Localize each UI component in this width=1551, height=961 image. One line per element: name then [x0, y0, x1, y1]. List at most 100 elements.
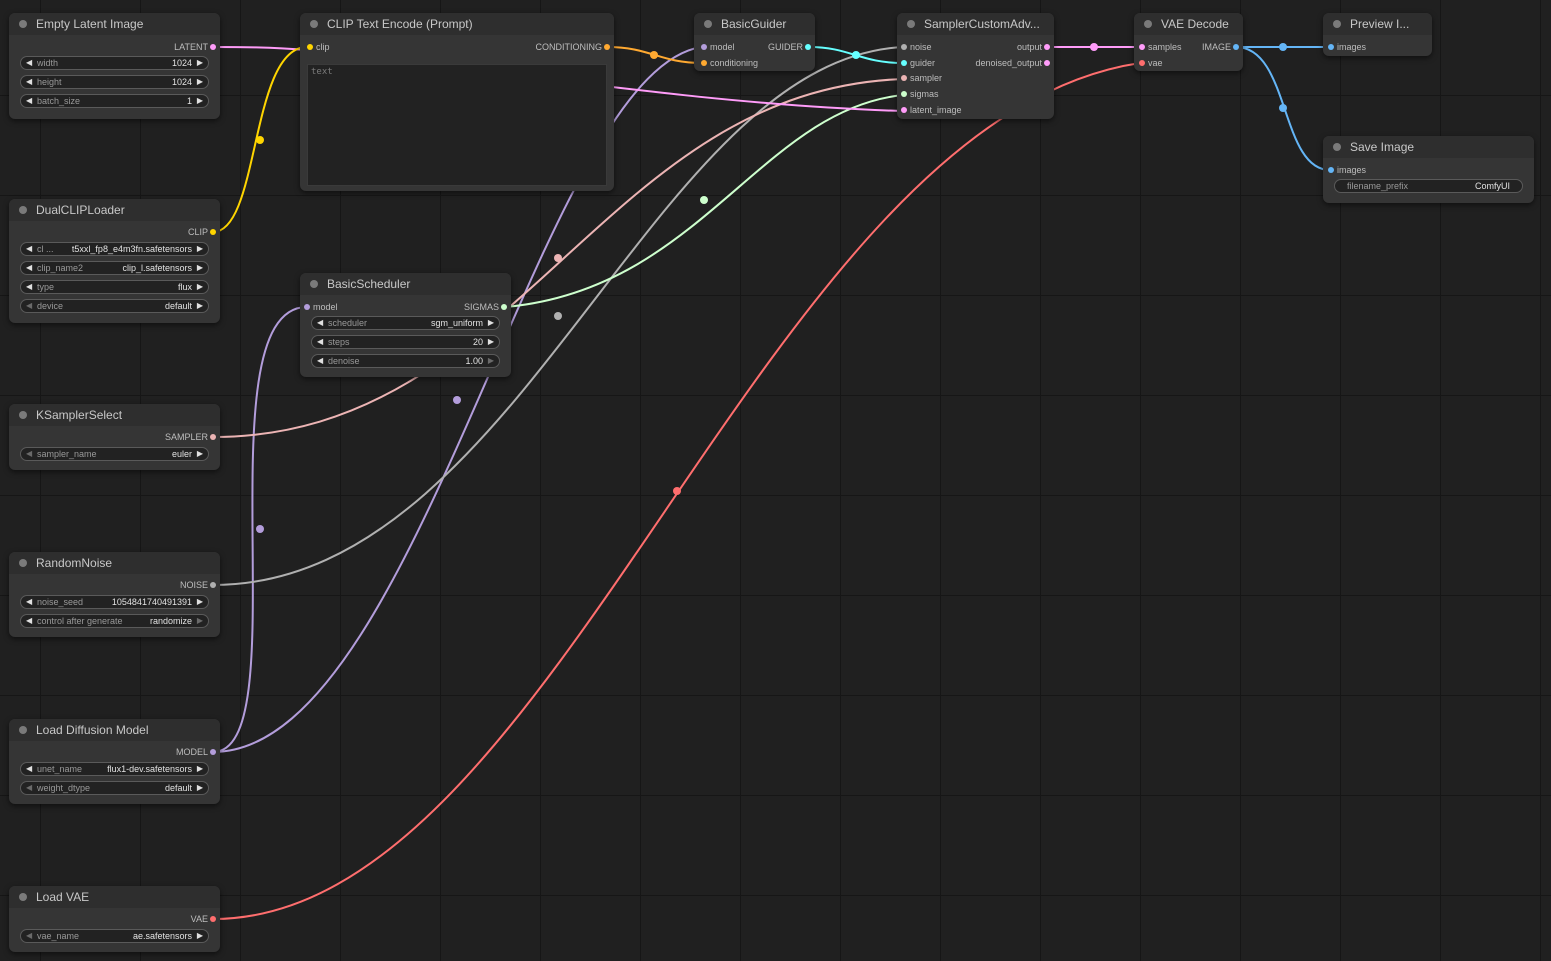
input-conditioning[interactable]: conditioning: [699, 56, 758, 70]
collapse-dot-icon[interactable]: [19, 20, 27, 28]
input-clip[interactable]: clip: [305, 40, 330, 54]
prev-arrow-icon[interactable]: ◀: [26, 262, 32, 274]
slot-dot-icon[interactable]: [701, 60, 707, 66]
slot-dot-icon[interactable]: [901, 44, 907, 50]
input-sigmas[interactable]: sigmas: [899, 87, 939, 101]
denoise-widget[interactable]: ◀ denoise 1.00 ▶: [311, 354, 500, 368]
node-basic-guider[interactable]: BasicGuider model conditioning GUIDER: [694, 13, 815, 71]
output-latent[interactable]: LATENT: [174, 40, 220, 54]
prev-arrow-icon[interactable]: ◀: [26, 243, 32, 255]
device-widget[interactable]: ◀ device default ▶: [20, 299, 209, 313]
node-title[interactable]: Load VAE: [9, 886, 220, 908]
node-title[interactable]: VAE Decode: [1134, 13, 1243, 35]
link-center-guider[interactable]: [852, 51, 860, 59]
prompt-text-area[interactable]: text: [307, 64, 607, 186]
input-sampler[interactable]: sampler: [899, 71, 942, 85]
next-arrow-icon[interactable]: ▶: [197, 243, 203, 255]
node-load-diffusion-model[interactable]: Load Diffusion Model MODEL ◀ unet_name flu…: [9, 719, 220, 804]
node-clip-text-encode[interactable]: CLIP Text Encode (Prompt) clip CONDITION…: [300, 13, 614, 191]
collapse-dot-icon[interactable]: [1144, 20, 1152, 28]
output-guider[interactable]: GUIDER: [768, 40, 815, 54]
collapse-dot-icon[interactable]: [19, 559, 27, 567]
steps-widget[interactable]: ◀ steps 20 ▶: [311, 335, 500, 349]
slot-dot-icon[interactable]: [901, 75, 907, 81]
slot-dot-icon[interactable]: [901, 60, 907, 66]
next-arrow-icon[interactable]: ▶: [197, 782, 203, 794]
node-preview-image[interactable]: Preview I... images: [1323, 13, 1432, 56]
collapse-dot-icon[interactable]: [19, 206, 27, 214]
link-center-conditioning[interactable]: [650, 51, 658, 59]
link-center-model-b[interactable]: [256, 525, 264, 533]
clip-name1-widget[interactable]: ◀ cl ... t5xxl_fp8_e4m3fn.safetensors ▶: [20, 242, 209, 256]
slot-dot-icon[interactable]: [210, 749, 216, 755]
node-load-vae[interactable]: Load VAE VAE ◀ vae_name ae.safetensors ▶: [9, 886, 220, 952]
node-title[interactable]: Load Diffusion Model: [9, 719, 220, 741]
filename-prefix-widget[interactable]: filename_prefix ComfyUI: [1334, 179, 1523, 193]
type-widget[interactable]: ◀ type flux ▶: [20, 280, 209, 294]
weight-dtype-widget[interactable]: ◀ weight_dtype default ▶: [20, 781, 209, 795]
collapse-dot-icon[interactable]: [19, 893, 27, 901]
next-arrow-icon[interactable]: ▶: [197, 281, 203, 293]
node-title[interactable]: Save Image: [1323, 136, 1534, 158]
node-random-noise[interactable]: RandomNoise NOISE ◀ noise_seed 10548417404…: [9, 552, 220, 637]
prev-arrow-icon[interactable]: ◀: [26, 763, 32, 775]
link-center-vae[interactable]: [673, 487, 681, 495]
prev-arrow-icon[interactable]: ◀: [26, 448, 32, 460]
prev-arrow-icon[interactable]: ◀: [26, 300, 32, 312]
next-arrow-icon[interactable]: ▶: [197, 448, 203, 460]
increment-arrow-icon[interactable]: ▶: [197, 57, 203, 69]
link-center-sigmas[interactable]: [700, 196, 708, 204]
prev-arrow-icon[interactable]: ◀: [26, 930, 32, 942]
node-save-image[interactable]: Save Image images filename_prefix ComfyUI: [1323, 136, 1534, 203]
increment-arrow-icon[interactable]: ▶: [488, 336, 494, 348]
output-conditioning[interactable]: CONDITIONING: [536, 40, 615, 54]
node-title[interactable]: BasicScheduler: [300, 273, 511, 295]
node-basic-scheduler[interactable]: BasicScheduler model SIGMAS ◀ scheduler sg…: [300, 273, 511, 377]
collapse-dot-icon[interactable]: [310, 20, 318, 28]
node-sampler-custom-advanced[interactable]: SamplerCustomAdv... noise guider sampler…: [897, 13, 1054, 119]
decrement-arrow-icon[interactable]: ◀: [26, 76, 32, 88]
slot-dot-icon[interactable]: [1233, 44, 1239, 50]
input-noise[interactable]: noise: [899, 40, 932, 54]
slot-dot-icon[interactable]: [1139, 44, 1145, 50]
link-center-output[interactable]: [1090, 43, 1098, 51]
collapse-dot-icon[interactable]: [310, 280, 318, 288]
batch-size-widget[interactable]: ◀ batch_size 1 ▶: [20, 94, 209, 108]
input-samples[interactable]: samples: [1137, 40, 1182, 54]
input-model[interactable]: model: [699, 40, 735, 54]
link-center-clip[interactable]: [256, 136, 264, 144]
node-title[interactable]: Preview I...: [1323, 13, 1432, 35]
input-model[interactable]: model: [302, 300, 338, 314]
output-output[interactable]: output: [1017, 40, 1054, 54]
node-empty-latent-image[interactable]: Empty Latent Image LATENT ◀ width 1024 ▶ ◀ h…: [9, 13, 220, 119]
next-arrow-icon[interactable]: ▶: [488, 317, 494, 329]
link-center-image-b[interactable]: [1279, 104, 1287, 112]
slot-dot-icon[interactable]: [307, 44, 313, 50]
node-ksampler-select[interactable]: KSamplerSelect SAMPLER ◀ sampler_name eule…: [9, 404, 220, 470]
node-vae-decode[interactable]: VAE Decode samples vae IMAGE: [1134, 13, 1243, 71]
prev-arrow-icon[interactable]: ◀: [26, 281, 32, 293]
slot-dot-icon[interactable]: [1328, 167, 1334, 173]
slot-dot-icon[interactable]: [901, 107, 907, 113]
slot-dot-icon[interactable]: [1044, 44, 1050, 50]
control-after-generate-widget[interactable]: ◀ control after generate randomize ▶: [20, 614, 209, 628]
output-vae[interactable]: VAE: [191, 912, 220, 926]
link-center-image-a[interactable]: [1279, 43, 1287, 51]
slot-dot-icon[interactable]: [501, 304, 507, 310]
slot-dot-icon[interactable]: [210, 916, 216, 922]
input-guider[interactable]: guider: [899, 56, 935, 70]
collapse-dot-icon[interactable]: [1333, 20, 1341, 28]
noise-seed-widget[interactable]: ◀ noise_seed 1054841740491391 ▶: [20, 595, 209, 609]
prev-arrow-icon[interactable]: ◀: [26, 615, 32, 627]
node-title[interactable]: RandomNoise: [9, 552, 220, 574]
increment-arrow-icon[interactable]: ▶: [197, 95, 203, 107]
next-arrow-icon[interactable]: ▶: [197, 262, 203, 274]
slot-dot-icon[interactable]: [210, 434, 216, 440]
link-center-sampler[interactable]: [554, 254, 562, 262]
slot-dot-icon[interactable]: [1328, 44, 1334, 50]
collapse-dot-icon[interactable]: [19, 726, 27, 734]
decrement-arrow-icon[interactable]: ◀: [317, 336, 323, 348]
node-title[interactable]: CLIP Text Encode (Prompt): [300, 13, 614, 35]
slot-dot-icon[interactable]: [805, 44, 811, 50]
input-vae[interactable]: vae: [1137, 56, 1163, 70]
